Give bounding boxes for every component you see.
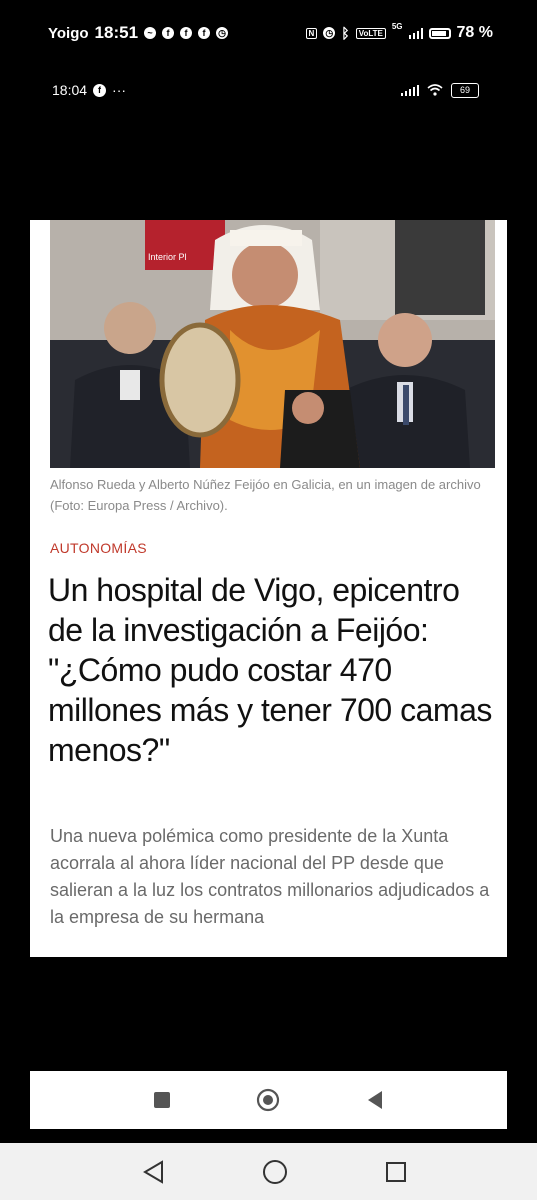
alarm-icon: ◷ [323, 27, 336, 39]
facebook-icon: f [93, 83, 107, 97]
back-triangle-icon[interactable] [142, 1159, 164, 1184]
facebook-icon: f [198, 27, 211, 39]
status-bar: Yoigo 18:51 ~ f f f ◷ N ◷ ᛒ VoLTE 5G 78 … [0, 0, 537, 66]
facebook-icon: f [162, 27, 175, 39]
inner-nav-bar [30, 1071, 507, 1129]
carrier-label: Yoigo [48, 24, 89, 42]
photo-sign-text: Interior Pl [148, 252, 187, 262]
facebook-icon: f [180, 27, 193, 39]
headline[interactable]: Un hospital de Vigo, epicentro de la inv… [48, 570, 498, 770]
article-photo: Interior Pl [50, 220, 495, 468]
status-bar-right: N ◷ ᛒ VoLTE 5G 78 % [305, 22, 493, 42]
home-circle-icon[interactable] [262, 1159, 288, 1185]
recents-square-icon[interactable] [385, 1161, 407, 1183]
article-card: Interior Pl Alfonso Rueda y Alberto Núñe… [30, 220, 507, 957]
battery-percent: 78 % [456, 24, 493, 41]
recents-square-icon[interactable] [153, 1091, 171, 1109]
network-label: 5G [391, 22, 403, 31]
more-dots: ··· [112, 82, 127, 98]
subheadline: Una nueva polémica como presidente de la… [50, 826, 490, 927]
wifi-icon [427, 84, 443, 96]
alarm-icon: ◷ [216, 27, 229, 39]
battery-icon [428, 27, 451, 39]
inner-battery-icon: 69 [451, 82, 479, 98]
nfc-icon: N [305, 27, 318, 39]
bluetooth-icon: ᛒ [341, 25, 350, 41]
system-nav-bar [0, 1143, 537, 1200]
photo-illustration: Interior Pl [50, 220, 495, 468]
volte-icon: VoLTE [355, 27, 386, 39]
status-bar-left: Yoigo 18:51 ~ f f f ◷ [48, 23, 229, 43]
inner-status-right: 69 [401, 82, 479, 98]
clock: 18:51 [94, 23, 139, 42]
inner-status-bar: 18:04 f ··· 69 [0, 74, 537, 106]
inner-clock: 18:04 [52, 82, 88, 98]
section-label[interactable]: AUTONOMÍAS [50, 540, 147, 556]
back-triangle-icon[interactable] [366, 1090, 384, 1110]
inner-status-left: 18:04 f ··· [52, 82, 126, 98]
home-circle-icon[interactable] [256, 1088, 280, 1112]
signal-icon [401, 84, 419, 96]
signal-icon [408, 27, 423, 39]
photo-caption: Alfonso Rueda y Alberto Núñez Feijóo en … [50, 477, 481, 513]
messenger-icon: ~ [144, 27, 157, 39]
